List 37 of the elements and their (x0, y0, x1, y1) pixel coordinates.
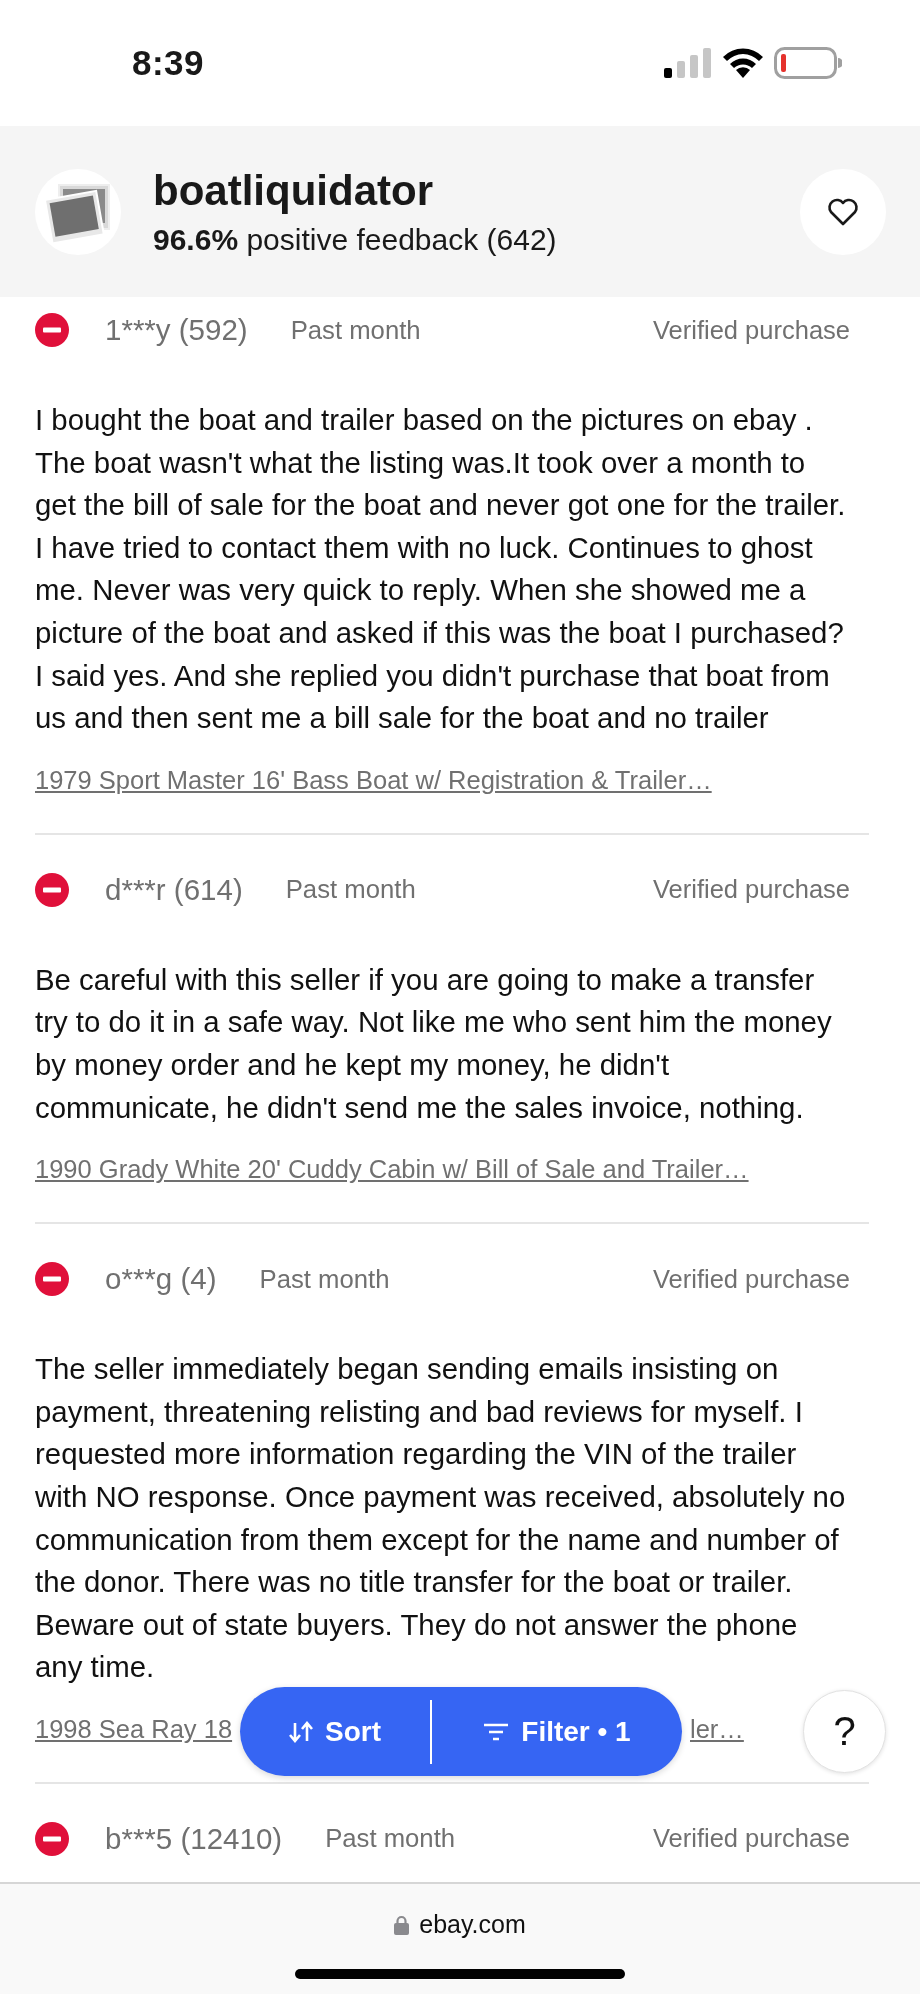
review-text: The seller immediately began sending emails insisting on payment, threatening relisting and bad reviews for myself. I requested more information regarding the VIN of the trailer with NO response. Once payment was received, absolutely no communication from them except for the name and number of the donor. There was no title transfer for the boat or trailer. Beware out of state buyers. They do not answer the phone any time. (35, 1351, 847, 1686)
review-date: Past month (325, 1824, 457, 1854)
help-button[interactable]: ? (803, 1690, 886, 1773)
heart-icon (827, 197, 859, 226)
feedback-summary: 96.6% positive feedback (642) (153, 222, 558, 257)
negative-rating-icon (35, 872, 69, 907)
review-date: Past month (285, 875, 417, 905)
review-date: Past month (290, 315, 422, 345)
verified-purchase-label: Verified purchase (652, 875, 850, 905)
sort-button[interactable]: Sort (240, 1687, 430, 1776)
verified-purchase-label: Verified purchase (652, 1824, 850, 1854)
status-time: 8:39 (132, 43, 205, 83)
review-text: Be careful with this seller if you are going to make a transfer try to do it in a safe way. Not like me who sent him the money by money order and he kept my money, he didn't communicate, he didn't send me the sales invoice, nothing. (35, 961, 833, 1126)
item-link[interactable]: 1979 Sport Master 16' Bass Boat w/ Registration & Trailer… (35, 765, 712, 795)
review-text: I bought the boat and trailer based on the pictures on ebay . The boat wasn't what the listing was.It took over a month to get the bill of sale for the boat and never got one for the trailer. I have tried to contact them with no luck. Continues to ghost me. Never was very quick to reply. When she showed me a picture of the boat and asked if this was the boat I purchased? I said yes. And she replied you didn't purchase that boat from us and then sent me a bill sale for the boat and no trailer (35, 402, 847, 737)
wifi-icon (722, 48, 764, 78)
negative-rating-icon (35, 313, 69, 347)
reviewer-name: d***r (614) (105, 872, 243, 907)
reviewer-name: 1***y (592) (105, 313, 248, 347)
seller-name: boatliquidator (153, 166, 434, 215)
verified-purchase-label: Verified purchase (652, 315, 850, 345)
battery-icon (774, 47, 842, 79)
lock-icon (394, 1914, 410, 1935)
reviewer-name: o***g (4) (105, 1262, 217, 1297)
item-link[interactable]: ler… (690, 1714, 744, 1744)
negative-rating-icon (35, 1821, 69, 1856)
review-date: Past month (259, 1264, 391, 1294)
sort-arrows-icon (289, 1720, 313, 1743)
signal-icon (664, 48, 712, 78)
item-link[interactable]: 1998 Sea Ray 18 (35, 1714, 233, 1744)
negative-rating-icon (35, 1262, 69, 1297)
filter-button[interactable]: Filter • 1 (432, 1687, 682, 1776)
verified-purchase-label: Verified purchase (652, 1264, 850, 1294)
reviewer-name: b***5 (12410) (105, 1821, 283, 1856)
address-domain[interactable]: ebay.com (419, 1910, 526, 1939)
item-link[interactable]: 1990 Grady White 20' Cuddy Cabin w/ Bill of Sale and Trailer… (35, 1155, 749, 1185)
filter-icon (483, 1721, 510, 1742)
